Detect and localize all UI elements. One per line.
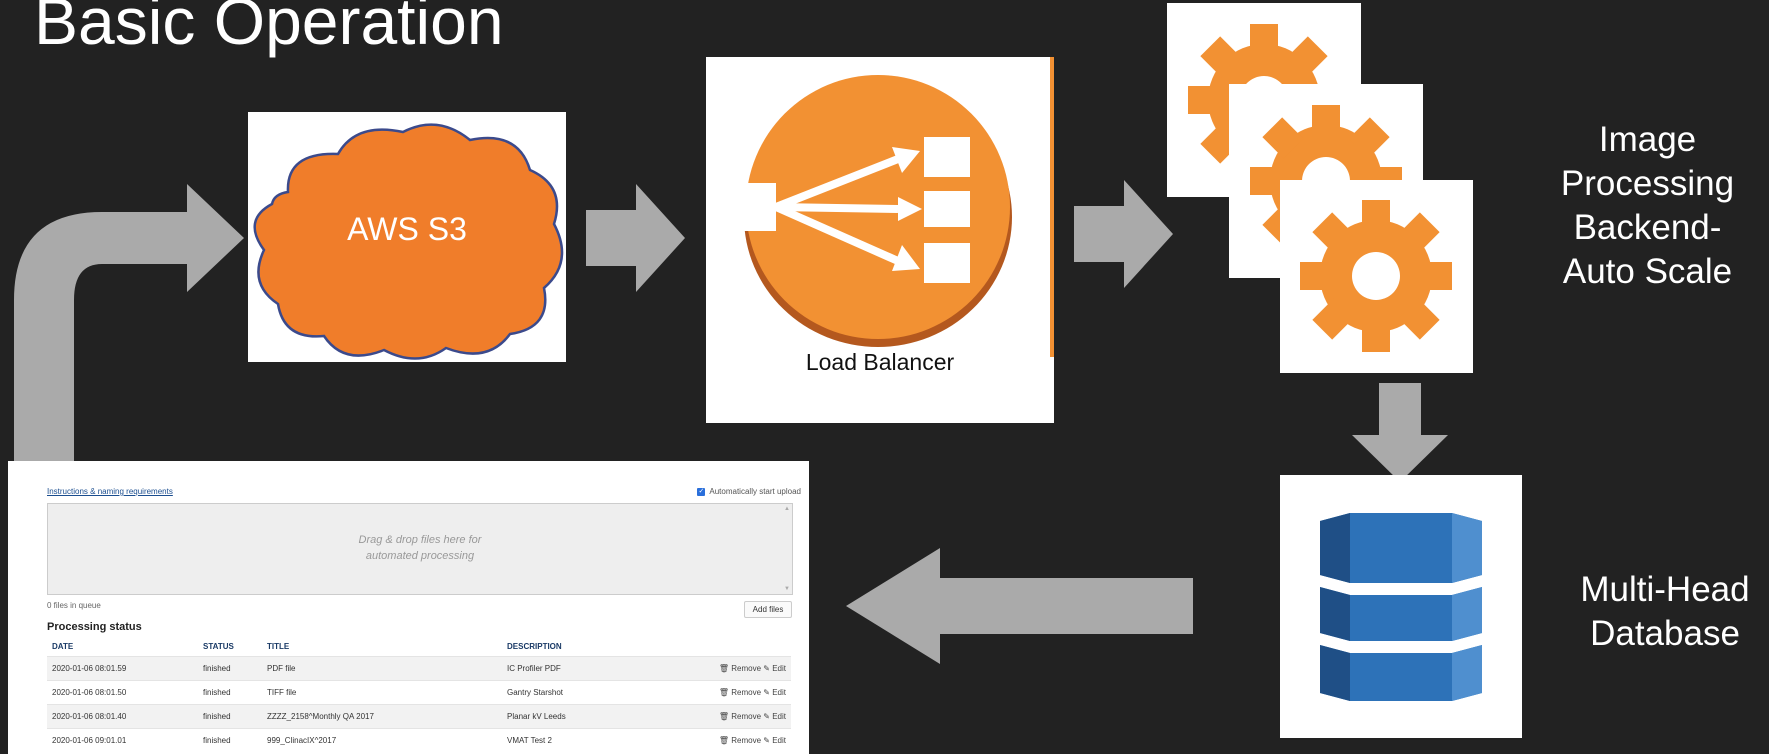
load-balancer-icon <box>728 75 1012 347</box>
row-title: PDF file <box>267 664 296 673</box>
column-header[interactable]: DESCRIPTION <box>507 642 562 651</box>
arrow-lb-to-processing <box>1074 180 1173 288</box>
row-description: IC Profiler PDF <box>507 664 561 673</box>
gear-icon <box>1300 200 1452 352</box>
row-description: Gantry Starshot <box>507 688 564 697</box>
load-balancer-box: Load Balancer <box>706 57 1054 423</box>
row-status: finished <box>203 736 231 745</box>
database-box <box>1280 475 1522 738</box>
s3-cloud-icon: AWS S3 <box>253 123 564 360</box>
auto-start-label: Automatically start upload <box>709 487 801 496</box>
section-title: Processing status <box>47 621 142 633</box>
arrow-processing-to-db <box>1352 383 1448 482</box>
column-header[interactable]: TITLE <box>267 642 289 651</box>
table-header: DATE STATUS TITLE DESCRIPTION <box>47 637 791 656</box>
column-header[interactable]: DATE <box>52 642 73 651</box>
row-description: VMAT Test 2 <box>507 736 552 745</box>
load-balancer-label: Load Balancer <box>805 349 955 375</box>
row-status: finished <box>203 664 231 673</box>
row-status: finished <box>203 712 231 721</box>
row-actions: 🗑 Remove ✎ Edit <box>719 664 786 673</box>
remove-button[interactable]: Remove <box>731 736 761 745</box>
pencil-icon[interactable]: ✎ <box>763 736 770 745</box>
remove-button[interactable]: Remove <box>731 712 761 721</box>
s3-box: AWS S3 <box>248 112 566 362</box>
row-title: ZZZZ_2158^Monthly QA 2017 <box>267 712 374 721</box>
remove-button[interactable]: Remove <box>731 688 761 697</box>
database-label: Multi-Head Database <box>1580 570 1750 653</box>
dropzone-text: Drag & drop files here for automated pro… <box>358 534 482 562</box>
queue-count: 0 files in queue <box>47 601 101 610</box>
database-icon <box>1320 513 1482 701</box>
auto-start-checkbox[interactable]: ✓ Automatically start upload <box>697 487 801 496</box>
row-date: 2020-01-06 08:01.50 <box>52 688 127 697</box>
arrow-s3-to-lb <box>586 184 685 292</box>
row-date: 2020-01-06 08:01.40 <box>52 712 127 721</box>
row-status: finished <box>203 688 231 697</box>
trash-icon[interactable]: 🗑 <box>719 712 729 721</box>
row-actions: 🗑 Remove ✎ Edit <box>719 688 786 697</box>
edit-button[interactable]: Edit <box>772 664 786 673</box>
processing-table: DATE STATUS TITLE DESCRIPTION 2020-01-06… <box>47 637 791 752</box>
edit-button[interactable]: Edit <box>772 712 786 721</box>
pencil-icon[interactable]: ✎ <box>763 664 770 673</box>
column-header[interactable]: STATUS <box>203 642 234 651</box>
table-row: 2020-01-06 09:01.01 finished 999_ClinacI… <box>47 728 791 752</box>
instructions-link[interactable]: Instructions & naming requirements <box>47 487 173 496</box>
pencil-icon[interactable]: ✎ <box>763 712 770 721</box>
arrow-db-to-app <box>846 548 1193 664</box>
trash-icon[interactable]: 🗑 <box>719 736 729 745</box>
processing-label: Image Processing Backend- Auto Scale <box>1560 120 1735 291</box>
remove-button[interactable]: Remove <box>731 664 761 673</box>
row-description: Planar kV Leeds <box>507 712 566 721</box>
add-files-button[interactable]: Add files <box>744 601 792 618</box>
trash-icon[interactable]: 🗑 <box>719 688 729 697</box>
table-row: 2020-01-06 08:01.40 finished ZZZZ_2158^M… <box>47 704 791 728</box>
table-row: 2020-01-06 08:01.50 finished TIFF file G… <box>47 680 791 704</box>
edit-button[interactable]: Edit <box>772 736 786 745</box>
pencil-icon[interactable]: ✎ <box>763 688 770 697</box>
row-actions: 🗑 Remove ✎ Edit <box>719 736 786 745</box>
app-screenshot: Instructions & naming requirements ✓ Aut… <box>8 461 809 754</box>
trash-icon[interactable]: 🗑 <box>719 664 729 673</box>
edit-button[interactable]: Edit <box>772 688 786 697</box>
s3-label: AWS S3 <box>347 211 467 247</box>
table-row: 2020-01-06 08:01.59 finished PDF file IC… <box>47 656 791 680</box>
return-arrow <box>14 184 244 463</box>
checkmark-icon[interactable]: ✓ <box>697 487 706 496</box>
scroll-up-icon[interactable]: ▲ <box>784 506 790 512</box>
row-title: TIFF file <box>267 688 297 697</box>
row-title: 999_ClinacIX^2017 <box>267 736 337 745</box>
scroll-down-icon[interactable]: ▼ <box>784 586 790 592</box>
row-actions: 🗑 Remove ✎ Edit <box>719 712 786 721</box>
row-date: 2020-01-06 09:01.01 <box>52 736 127 745</box>
file-dropzone[interactable]: Drag & drop files here for automated pro… <box>47 503 793 595</box>
server-box-3 <box>1280 180 1473 373</box>
row-date: 2020-01-06 08:01.59 <box>52 664 127 673</box>
